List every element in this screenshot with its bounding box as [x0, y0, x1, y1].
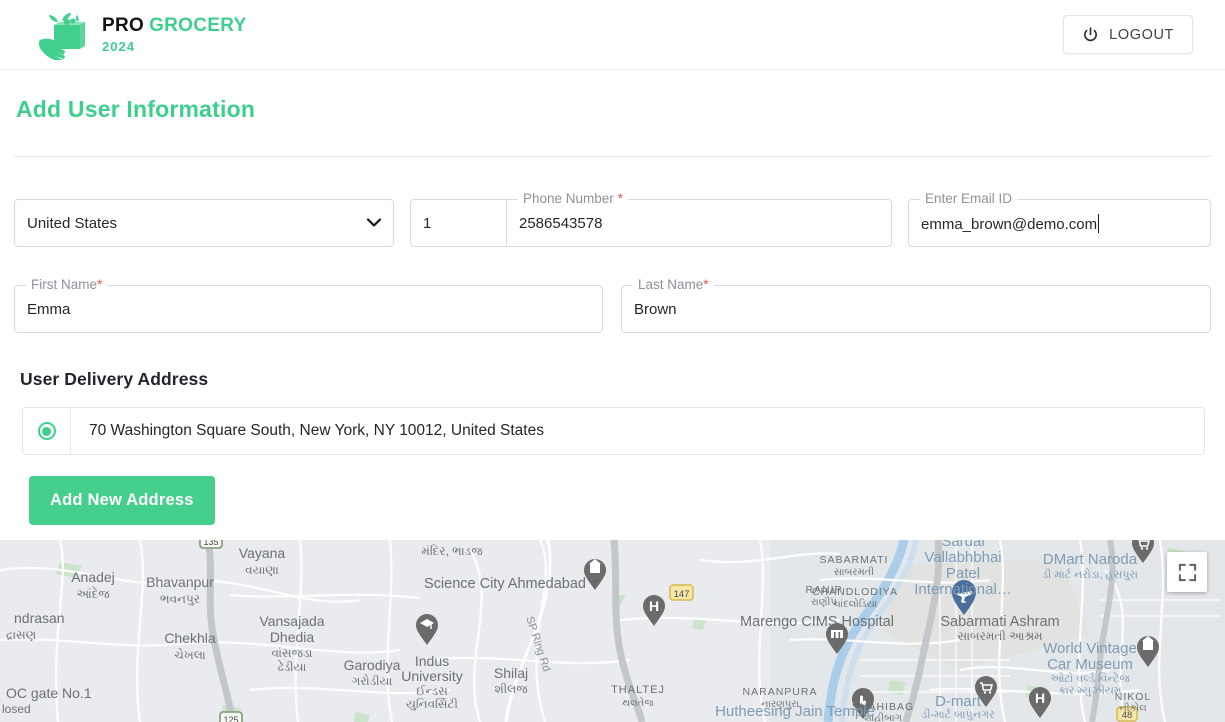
- svg-text:Marengo CIMS Hospital: Marengo CIMS Hospital: [740, 614, 894, 630]
- title-divider: [14, 156, 1211, 157]
- svg-text:OC gate No.1: OC gate No.1: [6, 685, 92, 701]
- svg-text:ડી માર્ટ નરોડા, હંસપુરા: ડી માર્ટ નરોડા, હંસપુરા: [1042, 568, 1138, 581]
- brand-name-grocery: GROCERY: [149, 15, 246, 36]
- last-name-value: Brown: [622, 301, 1210, 318]
- email-field[interactable]: Enter Email ID emma_brown@demo.com: [908, 199, 1211, 247]
- svg-text:આંદેજ: આંદેજ: [76, 586, 110, 601]
- svg-text:ભવનપુર: ભવનપુર: [160, 592, 200, 606]
- svg-text:RANIP: RANIP: [805, 584, 842, 596]
- svg-text:ઈન્ડસ: ઈન્ડસ: [416, 684, 448, 698]
- user-info-form: United States 1 Phone Number * 258654357…: [14, 199, 1211, 333]
- address-text: 70 Washington Square South, New York, NY…: [71, 408, 544, 454]
- text-caret: [1098, 214, 1099, 233]
- svg-text:યુનિવર્સિટી: યુનિવર્સિટી: [406, 697, 458, 711]
- svg-text:Bhavanpur: Bhavanpur: [146, 574, 214, 590]
- form-row-contact: United States 1 Phone Number * 258654357…: [14, 199, 1211, 247]
- svg-text:SABARMATI: SABARMATI: [820, 554, 889, 566]
- address-radio-selected[interactable]: [38, 422, 56, 440]
- country-code-value: 1: [411, 215, 506, 232]
- svg-text:ચાંદલોડિયા: ચાંદલોડિયા: [833, 597, 878, 610]
- svg-text:Chekhla: Chekhla: [164, 630, 216, 646]
- svg-text:147: 147: [674, 589, 690, 600]
- fullscreen-icon: [1178, 563, 1197, 582]
- svg-text:World Vintage: World Vintage: [1043, 640, 1137, 657]
- svg-text:મંદિર, ભાડજ: મંદિર, ભાડજ: [421, 544, 483, 558]
- phone-number-legend: Phone Number *: [518, 192, 628, 206]
- logout-label: LOGOUT: [1109, 27, 1174, 43]
- svg-text:Shilaj: Shilaj: [494, 665, 528, 681]
- map-canvas[interactable]: 135 147 125 48 H H Anadej આંદેજ Bhavanpu…: [0, 540, 1225, 722]
- svg-text:ઓટો વર્લ્ડ વિન્ટેજ: ઓટો વર્લ્ડ વિન્ટેજ: [1050, 672, 1130, 685]
- power-icon: [1082, 26, 1099, 43]
- page-content: Add User Information United States 1 Pho…: [0, 96, 1225, 525]
- svg-text:DMart Naroda: DMart Naroda: [1043, 551, 1138, 568]
- svg-text:125: 125: [223, 715, 238, 722]
- svg-text:Vansajada: Vansajada: [259, 613, 324, 629]
- map-fullscreen-button[interactable]: [1167, 552, 1207, 592]
- svg-text:Sabarmati Ashram: Sabarmati Ashram: [940, 614, 1059, 630]
- brand-logo: PROGROCERY 2024: [36, 10, 247, 60]
- svg-text:losed: losed: [2, 702, 31, 716]
- svg-text:Science City Ahmedabad: Science City Ahmedabad: [424, 576, 586, 592]
- svg-text:H: H: [649, 598, 659, 614]
- last-name-field[interactable]: Last Name* Brown: [621, 285, 1211, 333]
- svg-text:રાણીપ: રાણીપ: [811, 596, 837, 608]
- brand-year: 2024: [102, 40, 247, 53]
- first-name-legend: First Name*: [26, 278, 107, 292]
- svg-text:ઢેડીયા: ઢેડીયા: [277, 660, 306, 674]
- phone-number-field[interactable]: Phone Number * 2586543578: [506, 199, 892, 247]
- address-option-row[interactable]: 70 Washington Square South, New York, NY…: [22, 407, 1205, 455]
- add-new-address-button[interactable]: Add New Address: [29, 476, 215, 525]
- phone-number-value: 2586543578: [507, 215, 891, 232]
- svg-text:H: H: [1035, 690, 1045, 706]
- page-title: Add User Information: [16, 96, 1211, 123]
- logout-button[interactable]: LOGOUT: [1063, 15, 1193, 54]
- svg-text:ndrasan: ndrasan: [14, 610, 65, 626]
- map-tiles: 135 147 125 48 H H Anadej આંદેજ Bhavanpu…: [0, 540, 1225, 722]
- last-name-legend: Last Name*: [633, 278, 714, 292]
- svg-text:વાંસજડા: વાંસજડા: [271, 646, 312, 660]
- svg-text:ડી-માર્ટ બાપુનગર: ડી-માર્ટ બાપુનગર: [921, 708, 995, 721]
- first-name-field[interactable]: First Name* Emma: [14, 285, 603, 333]
- svg-text:ચેખલા: ચેખલા: [174, 648, 206, 662]
- svg-text:NARANPURA: NARANPURA: [743, 686, 818, 698]
- app-header: PROGROCERY 2024 LOGOUT: [0, 0, 1225, 70]
- svg-text:ગરોડીયા: ગરોડીયા: [352, 674, 393, 688]
- svg-text:નીકોલ: નીકોલ: [1119, 701, 1147, 714]
- svg-text:શીલજ: શીલજ: [494, 682, 528, 696]
- svg-text:થલતેજ: થલતેજ: [622, 696, 654, 709]
- svg-text:કાર મ્યુઝીયમ: કાર મ્યુઝીયમ: [1058, 684, 1122, 697]
- svg-text:International…: International…: [914, 581, 1012, 598]
- svg-text:Car Museum: Car Museum: [1047, 656, 1133, 673]
- delivery-address-title: User Delivery Address: [20, 369, 1211, 390]
- required-marker: *: [618, 191, 623, 206]
- svg-text:વયાણા: વયાણા: [245, 563, 279, 577]
- grocery-bag-hand-icon: [36, 10, 92, 60]
- email-legend: Enter Email ID: [920, 192, 1017, 206]
- svg-text:University: University: [401, 668, 462, 684]
- svg-text:સાબરમતી: સાબરમતી: [834, 566, 874, 578]
- svg-text:Vayana: Vayana: [239, 545, 286, 561]
- svg-text:Hutheesing Jain Temple: Hutheesing Jain Temple: [715, 703, 875, 720]
- svg-text:Indus: Indus: [415, 653, 449, 669]
- svg-text:Vallabhbhai: Vallabhbhai: [924, 549, 1001, 566]
- svg-text:THALTEJ: THALTEJ: [611, 684, 665, 696]
- svg-text:135: 135: [203, 540, 218, 547]
- email-value-wrap: emma_brown@demo.com: [909, 214, 1210, 233]
- address-radio-cell[interactable]: [23, 408, 71, 454]
- country-select[interactable]: United States: [14, 199, 394, 247]
- country-select-wrapper: United States: [14, 199, 394, 247]
- svg-text:Anadej: Anadej: [71, 569, 115, 585]
- form-row-name: First Name* Emma Last Name* Brown: [14, 285, 1211, 333]
- svg-text:Dhedia: Dhedia: [270, 629, 315, 645]
- country-code-field[interactable]: 1: [410, 199, 506, 247]
- email-value: emma_brown@demo.com: [921, 216, 1097, 233]
- brand-name-pro: PRO: [102, 15, 144, 36]
- svg-text:સાબરમતી આશ્રમ: સાબરમતી આશ્રમ: [957, 629, 1042, 643]
- svg-text:દ્રાસણ: દ્રાસણ: [6, 628, 36, 642]
- svg-text:Patel: Patel: [946, 565, 980, 582]
- first-name-value: Emma: [15, 301, 602, 318]
- svg-text:Garodiya: Garodiya: [344, 657, 401, 673]
- svg-text:D-mart: D-mart: [935, 693, 982, 710]
